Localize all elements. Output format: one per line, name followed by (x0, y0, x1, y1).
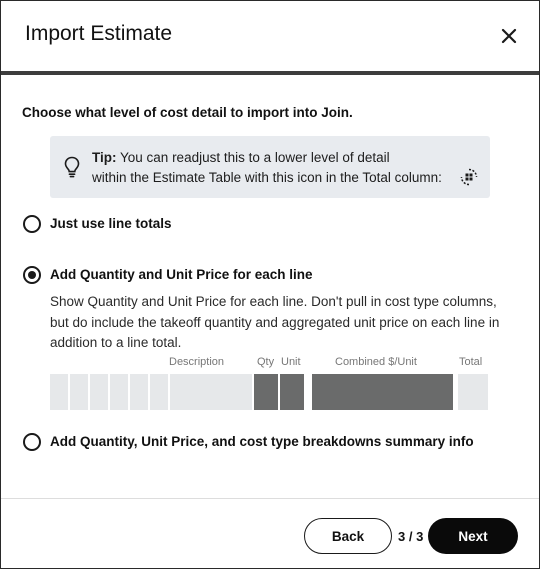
detail-level-prompt: Choose what level of cost detail to impo… (22, 105, 353, 120)
header-divider (1, 71, 539, 75)
dialog-title: Import Estimate (25, 22, 173, 45)
preview-cell (130, 374, 148, 410)
preview-cell (90, 374, 108, 410)
lightbulb-icon (64, 156, 80, 178)
radio-quantity-unit-price[interactable] (23, 266, 41, 284)
import-estimate-dialog: Import Estimate Choose what level of cos… (0, 0, 540, 569)
column-label-total: Total (459, 356, 483, 368)
step-indicator: 3 / 3 (398, 529, 424, 544)
column-label-description: Description (169, 356, 225, 368)
tip-line-1: You can readjust this to a lower level o… (120, 150, 390, 165)
preview-cell-combined (312, 374, 453, 410)
close-icon[interactable] (498, 25, 520, 47)
option-cost-type-breakdowns-label: Add Quantity, Unit Price, and cost type … (50, 434, 474, 449)
column-label-qty: Qty (257, 356, 275, 368)
radio-cost-type-breakdowns[interactable] (23, 433, 41, 451)
option-line-totals-label: Just use line totals (50, 216, 172, 231)
detail-level-icon (459, 167, 479, 187)
option-quantity-unit-price-description: Show Quantity and Unit Price for each li… (50, 294, 500, 350)
back-button[interactable]: Back (304, 518, 392, 554)
tip-text: Tip: You can readjust this to a lower le… (92, 148, 482, 188)
preview-cell-total (458, 374, 488, 410)
tip-box: Tip: You can readjust this to a lower le… (50, 136, 490, 198)
tip-line-2: within the Estimate Table with this icon… (92, 170, 442, 185)
dialog-header: Import Estimate (1, 1, 539, 71)
tip-label: Tip: (92, 150, 117, 165)
preview-cell (50, 374, 68, 410)
preview-cell-description (170, 374, 252, 410)
footer-divider (1, 498, 539, 499)
column-label-unit: Unit (281, 356, 301, 368)
preview-cell (70, 374, 88, 410)
column-label-combined: Combined $/Unit (335, 356, 417, 368)
preview-cell (110, 374, 128, 410)
preview-cell (150, 374, 168, 410)
radio-line-totals[interactable] (23, 215, 41, 233)
preview-cell-unit (280, 374, 304, 410)
preview-cell-qty (254, 374, 278, 410)
next-button[interactable]: Next (428, 518, 518, 554)
option-quantity-unit-price-label: Add Quantity and Unit Price for each lin… (50, 267, 313, 282)
